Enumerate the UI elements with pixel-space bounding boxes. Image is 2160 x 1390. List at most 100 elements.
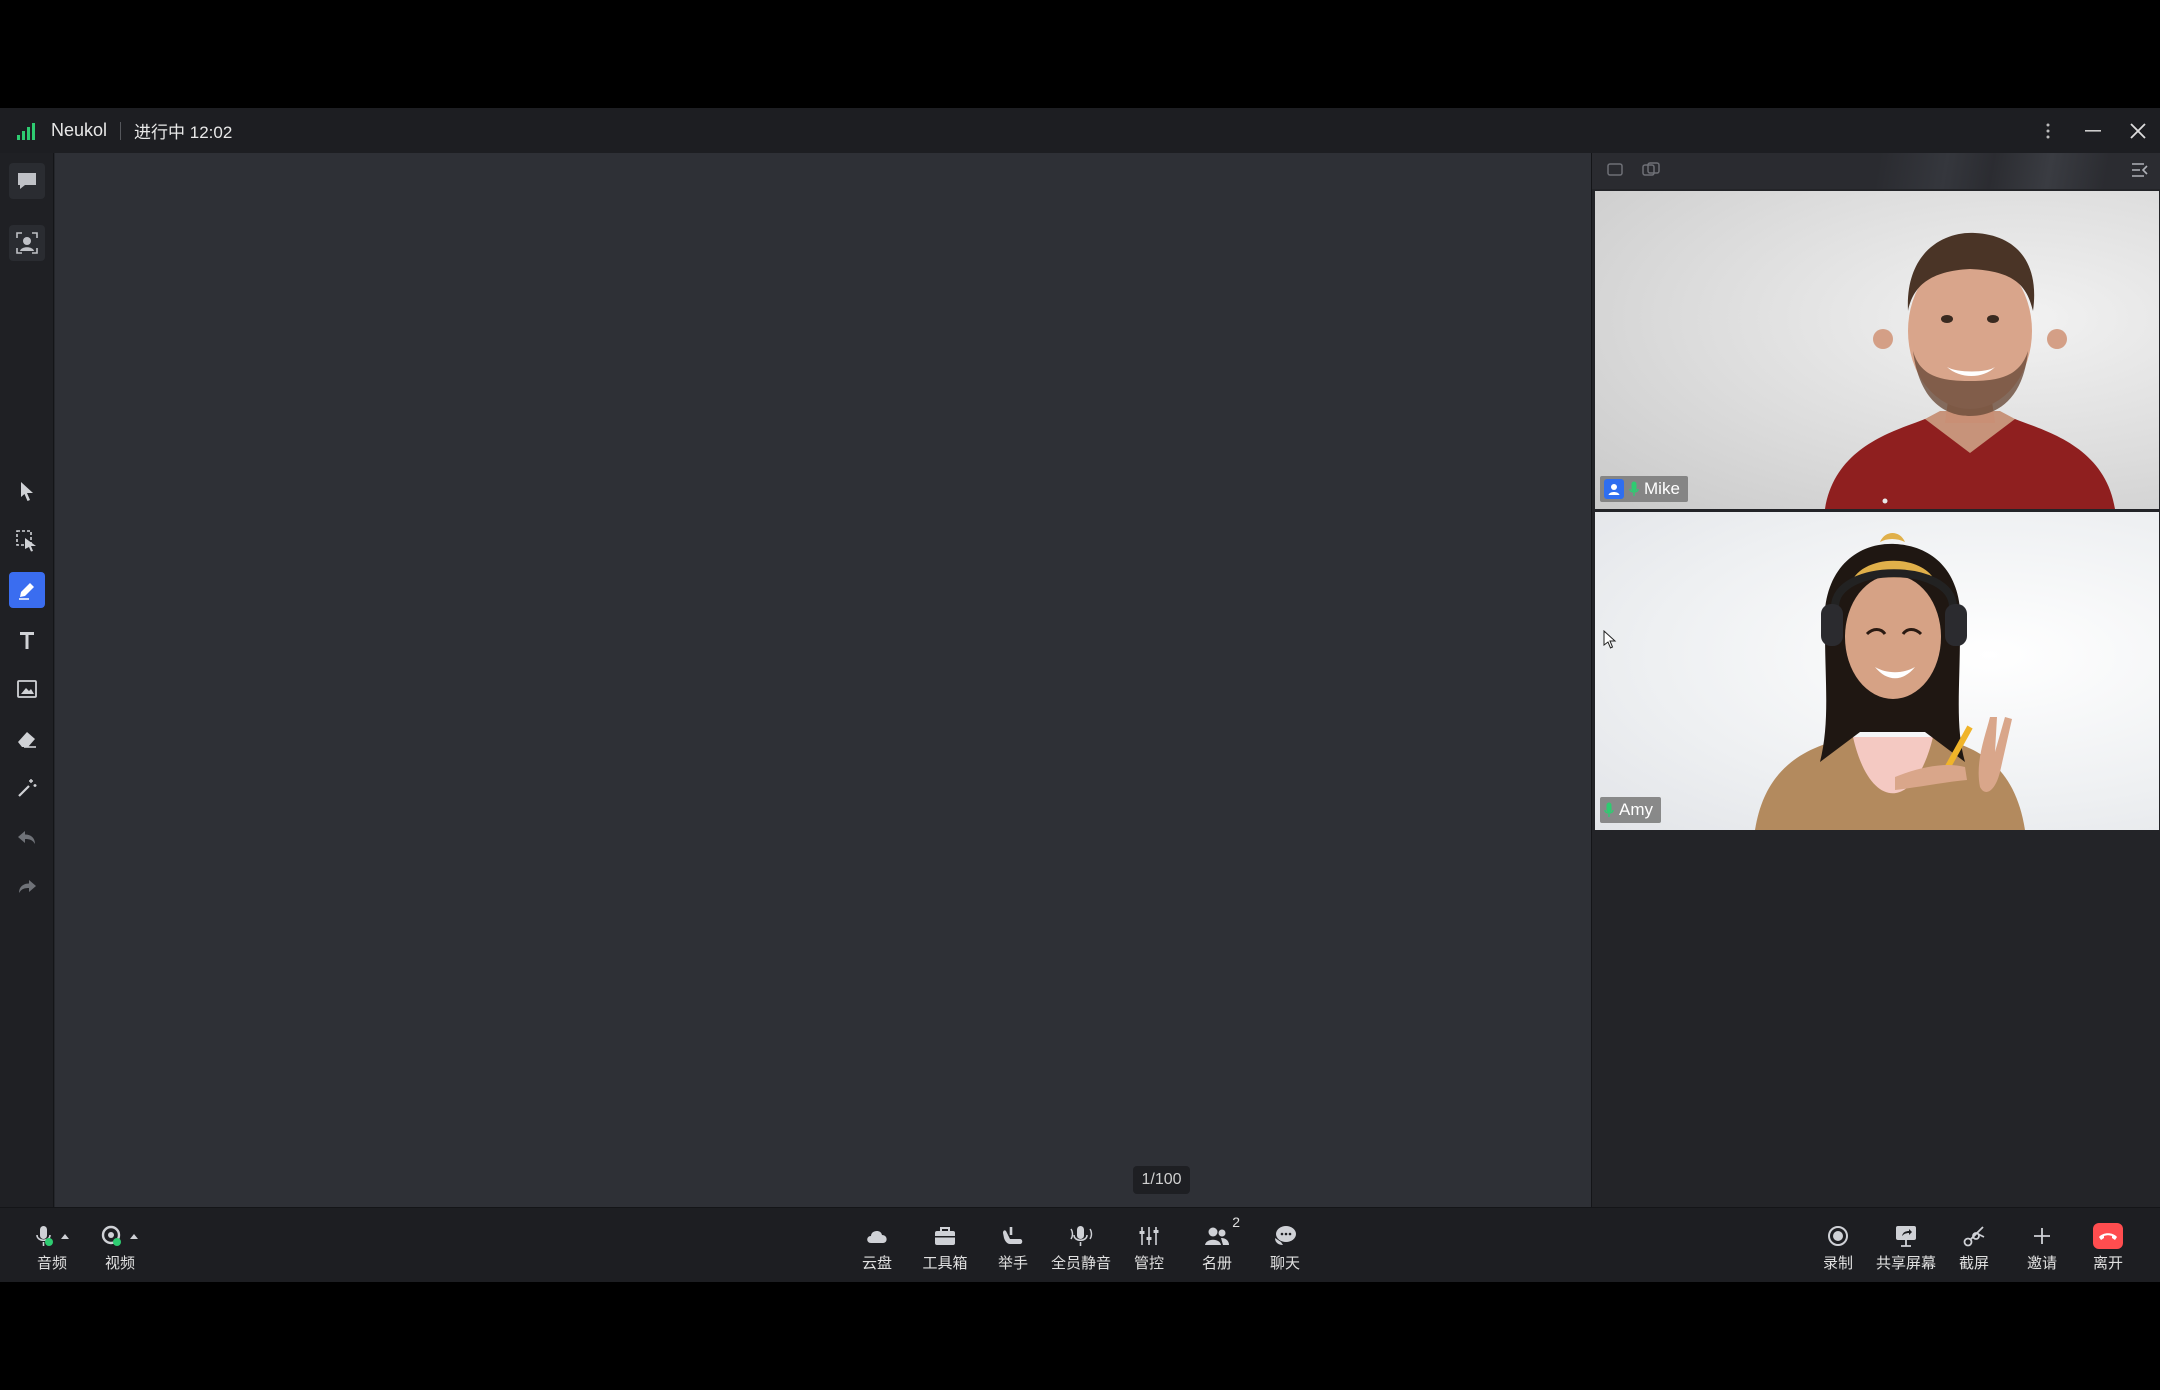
video-tile-mike[interactable]: Mike <box>1595 191 2159 509</box>
video-tile-amy[interactable]: Amy <box>1595 512 2159 830</box>
leave-button[interactable]: 离开 <box>2074 1208 2142 1283</box>
toolbox-icon <box>935 1227 955 1245</box>
mute-all-button[interactable]: 全员静音 <box>1047 1208 1115 1283</box>
cloud-drive-button[interactable]: 云盘 <box>843 1208 911 1283</box>
close-window-button[interactable] <box>2115 108 2160 153</box>
mute-all-label: 全员静音 <box>1050 1255 1111 1272</box>
mute-all-icon <box>1070 1226 1093 1246</box>
hangup-icon <box>2093 1223 2123 1249</box>
signal-strength-icon <box>17 122 37 140</box>
record-icon <box>1828 1226 1848 1246</box>
meeting-status: 进行中 12:02 <box>134 123 233 142</box>
member-view-icon <box>16 232 38 254</box>
region-select-tool[interactable] <box>9 523 45 559</box>
raise-hand-button[interactable]: 举手 <box>979 1208 1047 1283</box>
select-arrow-icon <box>21 482 33 501</box>
whiteboard-toolbar <box>0 153 54 1207</box>
member-view-toggle[interactable] <box>9 225 45 261</box>
people-icon <box>1205 1227 1229 1245</box>
plus-icon <box>2034 1228 2050 1244</box>
mic-on-icon <box>1629 481 1639 496</box>
whiteboard-canvas[interactable]: 1/100 <box>55 153 1591 1207</box>
participant-video-amy <box>1755 533 2025 830</box>
text-tool[interactable] <box>9 622 45 658</box>
eraser-tool[interactable] <box>9 721 45 757</box>
pen-tool[interactable] <box>9 572 45 608</box>
laser-pointer-icon <box>18 779 37 797</box>
sliders-icon <box>1139 1227 1159 1245</box>
host-badge-icon <box>1604 479 1624 499</box>
more-vertical-icon <box>2046 123 2049 138</box>
hand-icon <box>1003 1227 1023 1244</box>
redo-button[interactable] <box>9 869 45 905</box>
invite-label: 邀请 <box>2026 1255 2057 1272</box>
leave-label: 离开 <box>2092 1255 2123 1272</box>
participant-video-mike <box>1825 232 2115 509</box>
mic-on-icon <box>1604 802 1614 817</box>
mouse-cursor-icon <box>1603 630 1617 649</box>
participant-name-tag: Amy <box>1600 797 1661 823</box>
participant-name: Amy <box>1619 800 1653 819</box>
participant-name: Mike <box>1644 479 1680 498</box>
video-panel-header <box>1592 153 2160 189</box>
page-indicator[interactable]: 1/100 <box>1133 1166 1190 1194</box>
record-label: 录制 <box>1822 1255 1853 1272</box>
pen-icon <box>19 583 34 600</box>
roster-label: 名册 <box>1201 1255 1232 1272</box>
app-name: Neukol <box>51 120 108 140</box>
screenshot-button[interactable]: 截屏 <box>1940 1208 2008 1283</box>
text-icon <box>20 632 34 649</box>
audio-label: 音频 <box>36 1255 67 1272</box>
video-label: 视频 <box>104 1255 135 1272</box>
video-button[interactable]: 视频 <box>86 1208 154 1283</box>
chat-bubble-icon <box>18 173 36 189</box>
redo-icon <box>19 880 36 893</box>
toolbox-button[interactable]: 工具箱 <box>911 1208 979 1283</box>
scissors-icon <box>1963 1226 1985 1247</box>
collapse-panel-icon[interactable] <box>2131 162 2149 178</box>
chat-button[interactable]: 聊天 <box>1251 1208 1319 1283</box>
layout-dual-icon[interactable] <box>1642 162 1660 178</box>
share-screen-label: 共享屏幕 <box>1875 1255 1936 1272</box>
participant-name-tag: Mike <box>1600 476 1688 502</box>
window-controls <box>2025 108 2160 153</box>
image-tool[interactable] <box>9 671 45 707</box>
select-tool[interactable] <box>9 473 45 509</box>
share-screen-icon <box>1896 1226 1916 1247</box>
chat-panel-toggle[interactable] <box>9 163 45 199</box>
meeting-control-bar: 音频 视频 云盘 工具箱 举手 全员静音 管控 2 名册 聊天 录制 共享屏幕 … <box>0 1207 2160 1282</box>
region-select-icon <box>16 530 36 552</box>
laser-pointer-tool[interactable] <box>9 770 45 806</box>
chat-label: 聊天 <box>1269 1255 1300 1272</box>
chat-icon <box>1275 1226 1296 1245</box>
meeting-window: Neukol 进行中 12:02 1/100 Mike Amy 音频 视频 云盘… <box>0 108 2160 1282</box>
participant-video-panel: Mike Amy <box>1591 153 2160 1207</box>
control-button[interactable]: 管控 <box>1115 1208 1183 1283</box>
microphone-icon <box>36 1226 53 1246</box>
cloud-drive-label: 云盘 <box>861 1255 892 1272</box>
minimize-button[interactable] <box>2070 108 2115 153</box>
image-icon <box>17 680 37 698</box>
camera-icon <box>101 1225 121 1246</box>
roster-count-badge: 2 <box>1232 1214 1240 1230</box>
roster-button[interactable]: 2 名册 <box>1183 1208 1251 1283</box>
caret-up-icon[interactable] <box>129 1232 139 1240</box>
close-icon <box>2129 122 2146 139</box>
record-button[interactable]: 录制 <box>1804 1208 1872 1283</box>
undo-icon <box>18 831 35 844</box>
undo-button[interactable] <box>9 820 45 856</box>
screenshot-label: 截屏 <box>1958 1255 1989 1272</box>
caret-up-icon[interactable] <box>60 1232 70 1240</box>
audio-button[interactable]: 音频 <box>18 1208 86 1283</box>
invite-button[interactable]: 邀请 <box>2008 1208 2076 1283</box>
title-divider <box>120 121 122 140</box>
cloud-icon <box>867 1230 887 1243</box>
more-options-button[interactable] <box>2025 108 2070 153</box>
raise-hand-label: 举手 <box>997 1255 1028 1272</box>
toolbox-label: 工具箱 <box>922 1255 968 1272</box>
control-label: 管控 <box>1133 1255 1164 1272</box>
minimize-icon <box>2084 129 2101 132</box>
eraser-icon <box>18 732 36 748</box>
layout-single-icon[interactable] <box>1606 162 1624 178</box>
share-screen-button[interactable]: 共享屏幕 <box>1872 1208 1940 1283</box>
